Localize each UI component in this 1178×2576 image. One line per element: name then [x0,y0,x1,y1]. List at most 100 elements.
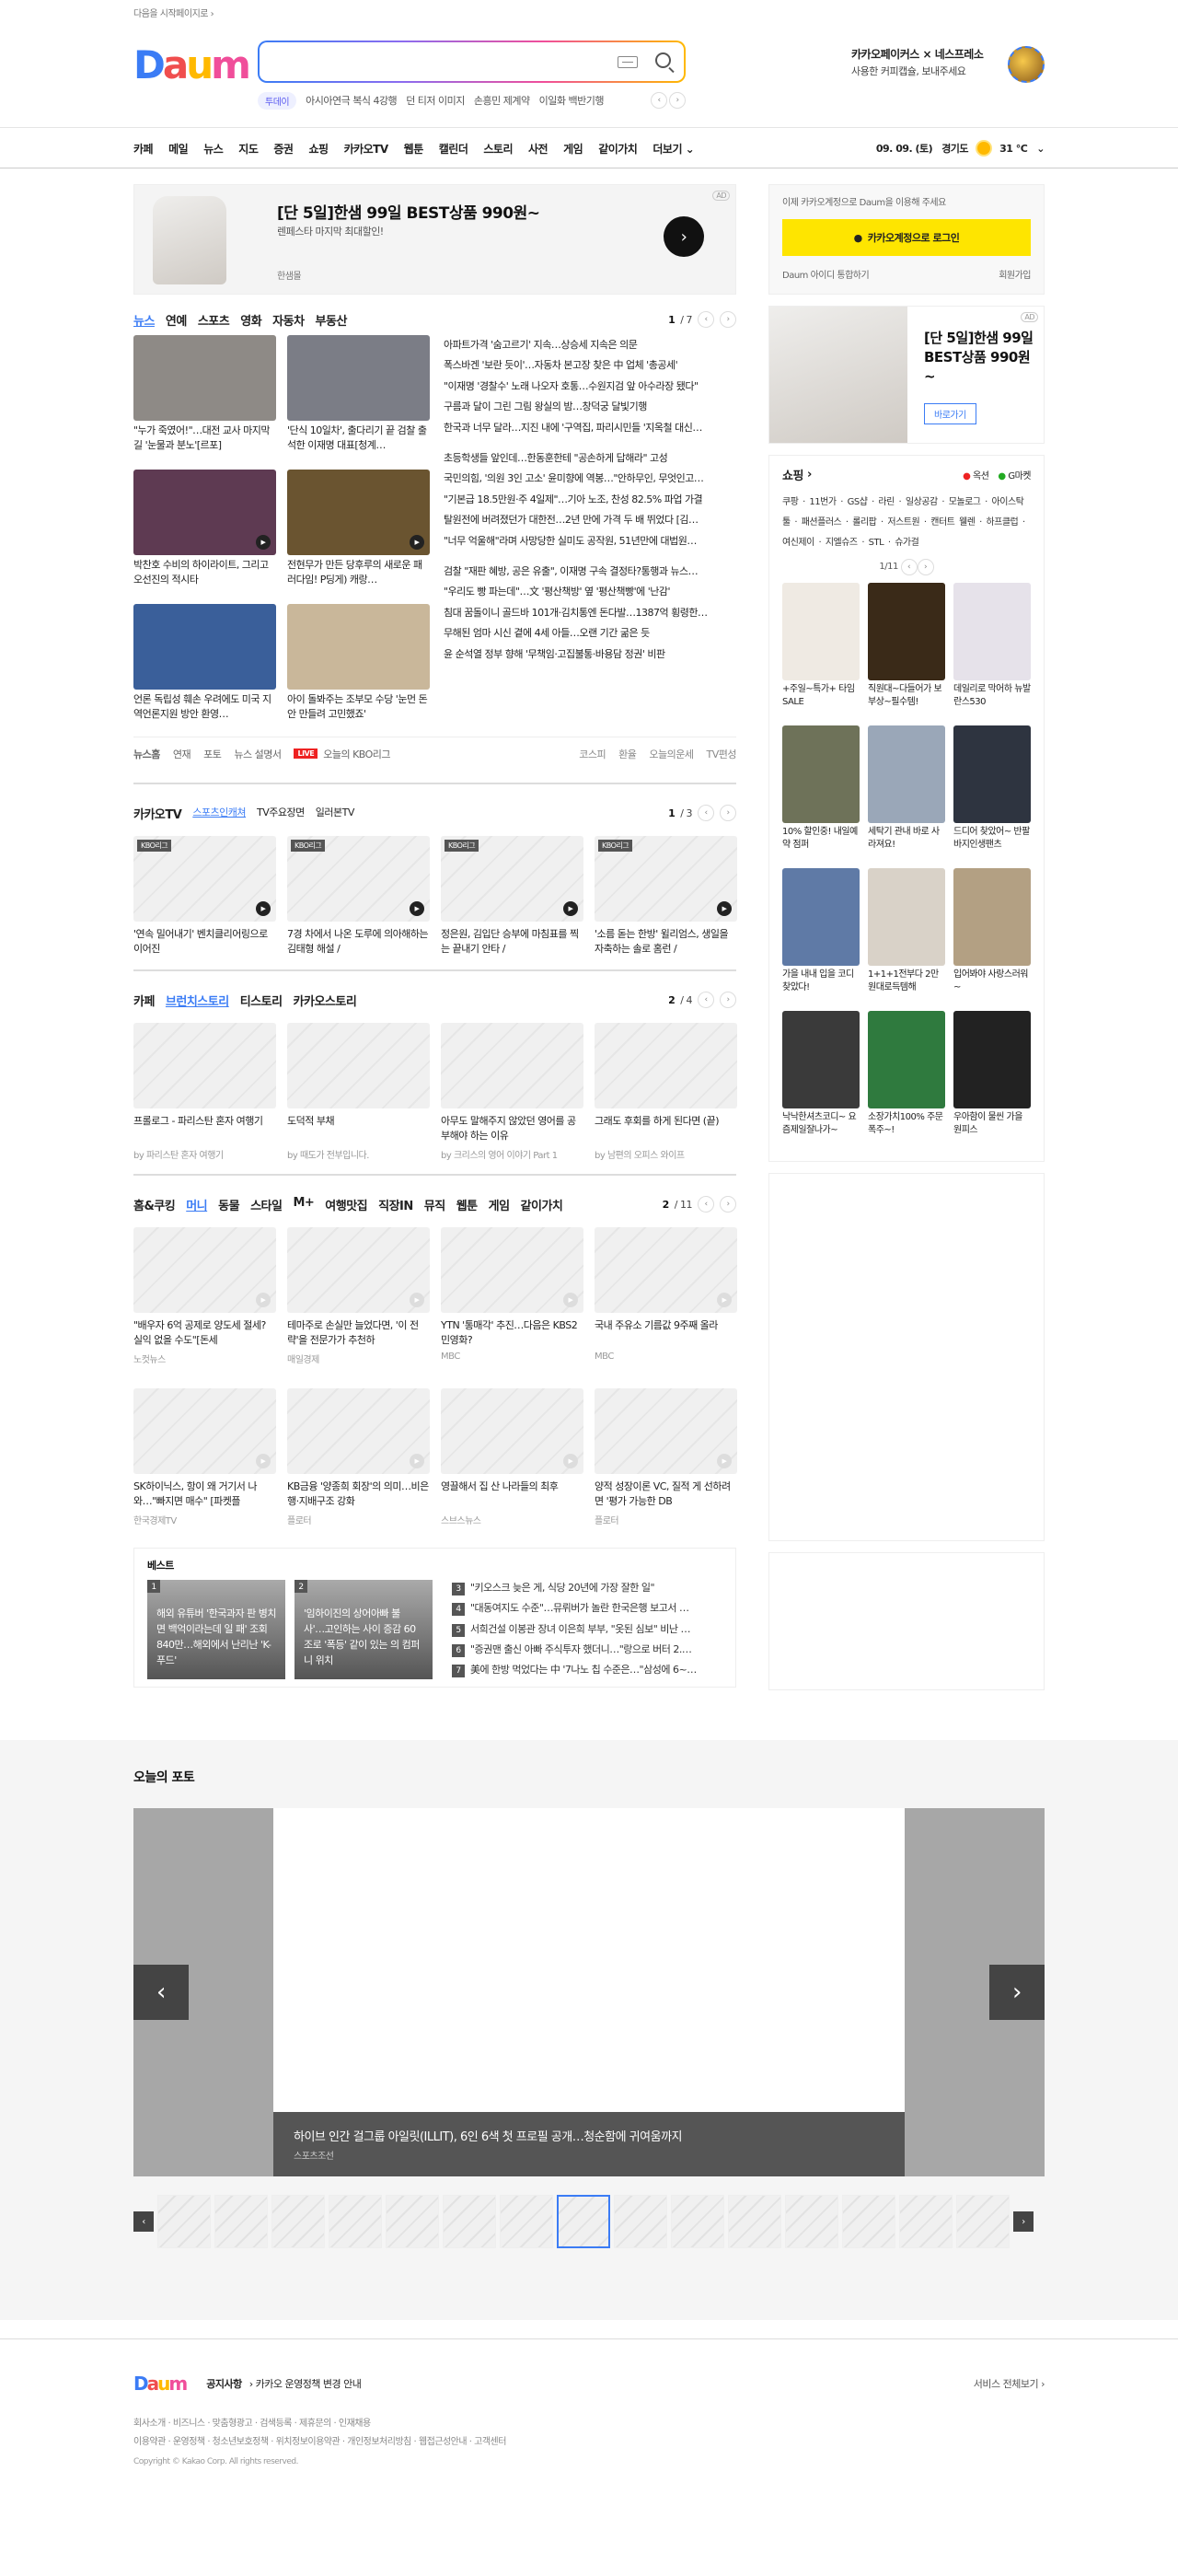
play-icon[interactable]: ▶ [256,901,271,916]
tab-home-10[interactable]: 같이가치 [521,1196,563,1213]
tab-car[interactable]: 자동차 [272,311,305,329]
news-thumb-card[interactable]: ▶ 전현무가 만든 당후루의 새로운 패러다임! P딩게) 캐랑… [287,470,430,597]
footer-links[interactable]: 이용약관 · 운영정책 · 청소년보호정책 · 위치정보이용약관 · 개인정보처… [133,2433,1045,2452]
photo-prev-button[interactable]: ‹ [133,1965,189,2020]
news-headline[interactable]: "기본급 18.5만원·주 4일제"…기아 노조, 찬성 82.5% 파업 가결 [444,490,736,510]
daum-logo[interactable]: Daum [133,46,251,85]
tab-home-5[interactable]: 여행맛집 [325,1196,367,1213]
news-headline[interactable]: "너무 억울해"라며 사망당한 실미도 공작원, 51년만에 대법원… [444,531,736,551]
right-ad-banner[interactable]: [단 5일]한샘 99일 BEST상품 990원~ 바로가기 AD [768,306,1045,444]
story-card[interactable]: 도덕적 부채 by 때도가 전부입니다. [287,1023,430,1161]
article-card[interactable]: ▶ 양적 성장이론 VC, 질적 게 선하려면 '평가 가능한 DB 플로터 [595,1388,737,1533]
news-headline[interactable]: 검찰 "재판 혜방, 공은 유출", 이재명 구속 결정타?통행과 뉴스… [444,562,736,582]
best-item[interactable]: 5 서희건설 이봉관 장녀 이은희 부부, "옷된 심보" 비난 … [452,1619,719,1640]
news-link[interactable]: 뉴스 설명서 [234,747,282,761]
news-headline[interactable]: 무해된 엄마 시신 곁에 4세 아들…오랜 기간 굶은 듯 [444,623,736,644]
photo-caption[interactable]: 하이브 인간 걸그룹 아일릿(ILLIT), 6인 6색 첫 프로필 공개…청순… [273,2112,905,2176]
product-card[interactable]: 소장가치100% 주문 폭주~! [868,1011,945,1150]
top-ad-banner[interactable]: [단 5일]한샘 99일 BEST상품 990원~ 렌페스타 마지막 최대할인!… [133,184,736,295]
news-headline[interactable]: 아파트가격 '숨고르기' 지속…상승세 지속은 의문 [444,335,736,355]
weather-dropdown-icon[interactable]: ⌄ [1036,143,1045,155]
trend-item[interactable]: 아시아연극 복식 4강행 [306,93,398,108]
nav-mail[interactable]: 메일 [168,141,189,157]
story-card[interactable]: 프롤로그 - 파리스탄 혼자 여행기 by 파리스탄 혼자 여행기 [133,1023,276,1161]
best-item[interactable]: 3 "키오스크 늦은 게, 식당 20년에 가장 잘한 일" [452,1578,719,1598]
promo-banner[interactable]: 카카오페이커스 × 네스프레소 사용한 커피캡슐, 보내주세요 [851,46,1045,83]
article-card[interactable]: ▶ 테마주로 손실만 늘었다면, '이 전략'을 전문가가 추천하 매일경제 [287,1227,430,1372]
tab-daily-tv[interactable]: 일러본TV [316,805,355,822]
article-card[interactable]: ▶ YTN '통매각' 추진…다음은 KBS2 민영화? MBC [441,1227,583,1372]
footer-logo[interactable]: Daum [133,2373,188,2395]
filmstrip-prev-button[interactable]: ‹ [133,2211,154,2232]
photo-thumbnail[interactable] [443,2195,496,2248]
tab-brunch[interactable]: 브런치스토리 [166,992,229,1009]
shopping-mall-tags[interactable]: 쿠팡 · 11번가 · GS샵 · 라린 · 일상공감 · 모놀로그 · 아이스… [782,493,1031,553]
tab-entertain[interactable]: 연예 [166,311,187,329]
goto-button[interactable]: 바로가기 [924,403,976,424]
photo-thumbnail[interactable] [214,2195,268,2248]
news-headline[interactable]: 한국과 너무 달라…지진 내에 '구역집, 파리시민들 '지옥철 대신… [444,418,736,438]
play-icon[interactable]: ▶ [563,901,578,916]
nav-kakaotv[interactable]: 카카오TV [344,141,389,157]
play-icon[interactable]: ▶ [410,1293,424,1307]
photo-thumbnail[interactable] [956,2195,1010,2248]
article-card[interactable]: ▶ 국내 주유소 기름값 9주째 올라 MBC [595,1227,737,1372]
news-headline[interactable]: 침대 꿈돌이니 골드바 101개·김치통엔 돈다발…1387억 횡령한… [444,603,736,623]
play-icon[interactable]: ▶ [256,1454,271,1468]
play-icon[interactable]: ▶ [717,1293,732,1307]
article-card[interactable]: ▶ 영끌해서 집 산 나라들의 최후 스브스뉴스 [441,1388,583,1533]
product-card[interactable]: 1+1+1전부다 2만원대로득템해 [868,868,945,1007]
tab-home-4[interactable]: M+ [293,1196,314,1213]
product-card[interactable]: +주일~특가+ 타임 SALE [782,583,860,722]
tab-movie[interactable]: 영화 [240,311,261,329]
news-link[interactable]: 포토 [203,747,222,761]
footer-links[interactable]: 회사소개 · 비즈니스 · 맞춤형광고 · 검색등록 · 제휴문의 · 인재채용 [133,2415,1045,2433]
trend-prev-button[interactable]: ‹ [651,92,667,109]
best-image-card[interactable]: 1 해외 유튜버 '한국과자 판 병치면 백억이라는데 일 패' 조회 840만…… [147,1580,285,1679]
tab-home-1[interactable]: 머니 [186,1196,207,1213]
integrate-id-link[interactable]: Daum 아이디 통합하기 [782,267,870,281]
nav-game[interactable]: 게임 [563,141,583,157]
tab-realestate[interactable]: 부동산 [316,311,348,329]
news-headline[interactable]: 폭스바겐 '보란 듯이'…자동차 본고장 찾은 中 업체 '총공세' [444,355,736,376]
gmarket-link[interactable]: ● G마켓 [998,468,1031,482]
play-icon[interactable]: ▶ [717,1454,732,1468]
nav-story[interactable]: 스토리 [483,141,513,157]
news-headline[interactable]: "이재명 '경찰수' 노래 나오자 호통…수원지검 앞 아수라장 됐다" [444,377,736,397]
news-headline[interactable]: "우리도 빵 파는데"…文 '평산책방' 옆 '평산책빵'에 '난감' [444,582,736,602]
tab-kakaostory[interactable]: 카카오스토리 [294,992,357,1009]
video-card[interactable]: KBO리그 ▶ 정은원, 김입단 승부에 마침표를 찍는 끝내기 안타 / [441,836,583,957]
product-card[interactable]: 데일리로 막어하 뉴발란스530 [953,583,1031,722]
play-icon[interactable]: ▶ [410,901,424,916]
nav-webtoon[interactable]: 웹툰 [404,141,424,157]
product-card[interactable]: 드디어 찾았어~ 반팔바지인생팬츠 [953,725,1031,864]
product-card[interactable]: 우아함이 물씬 가을 원피스 [953,1011,1031,1150]
play-icon[interactable]: ▶ [717,901,732,916]
news-thumb-card[interactable]: 언론 독립성 훼손 우려에도 미국 지역언론지원 방안 환영… [133,604,276,731]
news-home-link[interactable]: 뉴스홈 [133,747,160,761]
tab-home-7[interactable]: 뮤직 [424,1196,445,1213]
news-headline[interactable]: 탈원전에 버려졌던가 대한전…2년 만에 가격 두 배 뛰었다 [김… [444,510,736,530]
tab-sports-catcher[interactable]: 스포츠인캐쳐 [192,805,246,822]
notice-label[interactable]: 공지사항 [206,2378,242,2390]
news-prev-button[interactable]: ‹ [698,311,714,328]
product-card[interactable]: 직원대~다들어가 보부상~필수템! [868,583,945,722]
trend-next-button[interactable]: › [669,92,686,109]
tab-home-3[interactable]: 스타일 [250,1196,283,1213]
tab-home-2[interactable]: 동물 [218,1196,239,1213]
photo-next-button[interactable]: › [989,1965,1045,2020]
photo-thumbnail[interactable] [728,2195,781,2248]
news-headline[interactable]: 초등학생들 앞인데…한동훈한테 "공손하게 답해라" 고성 [444,448,736,469]
signup-link[interactable]: 회원가입 [999,267,1031,281]
tab-kakaotv[interactable]: 카카오TV [133,805,182,822]
article-card[interactable]: ▶ KB금융 '양종희 회장'의 의미…비은행·지배구조 강화 플로터 [287,1388,430,1533]
news-headline[interactable]: 윤 순석열 정부 향해 '무책임·고집불통·바용담 정권' 비판 [444,644,736,665]
photo-thumbnail[interactable] [899,2195,953,2248]
story-next-button[interactable]: › [720,992,736,1008]
best-item[interactable]: 4 "대동여지도 수준"…뮤뤼버가 놀란 한국은행 보고서 … [452,1598,719,1619]
story-card[interactable]: 아무도 말해주지 않았던 영어를 공부해야 하는 이유 by 크리스의 영어 이야… [441,1023,583,1161]
photo-thumbnail[interactable] [386,2195,439,2248]
video-card[interactable]: KBO리그 ▶ '소름 돋는 한방' 윌리엄스, 생일을 자축하는 솔로 홈런 / [595,836,737,957]
product-card[interactable]: 입어봐야 사랑스러워~ [953,868,1031,1007]
search-input[interactable] [260,42,609,81]
